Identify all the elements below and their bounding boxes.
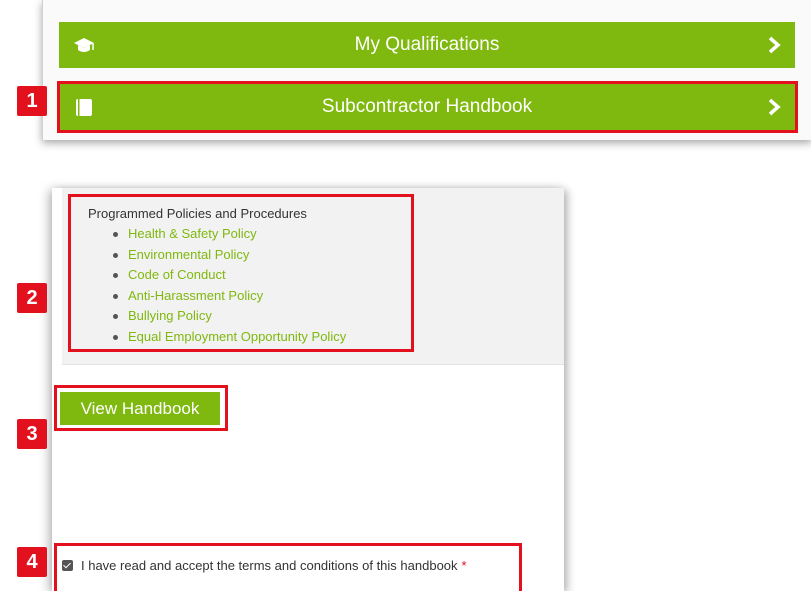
- chevron-right-icon: [768, 36, 781, 54]
- callout-box-1: [57, 81, 798, 133]
- my-qualifications-label: My Qualifications: [354, 34, 500, 55]
- my-qualifications-button[interactable]: My Qualifications: [59, 22, 795, 68]
- callout-number-4: 4: [17, 547, 47, 577]
- callout-number-3: 3: [17, 419, 47, 449]
- callout-box-3: [54, 385, 228, 431]
- callout-box-4: [54, 543, 522, 591]
- callout-number-1: 1: [17, 86, 47, 116]
- callout-number-2: 2: [17, 283, 47, 313]
- callout-box-2: [68, 194, 414, 352]
